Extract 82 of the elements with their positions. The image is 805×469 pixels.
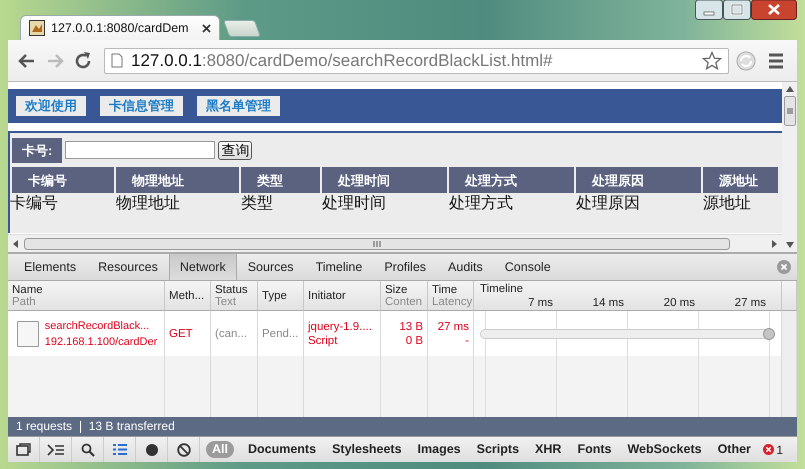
column-header[interactable]: Meth... — [165, 281, 211, 311]
table-cell-text: 物理地址 — [116, 194, 181, 214]
field-label: 卡号: — [12, 138, 62, 162]
scrollbar-thumb[interactable] — [784, 96, 796, 126]
error-icon — [763, 444, 774, 455]
time-tick: 7 ms — [528, 296, 554, 310]
filter-button[interactable]: XHR — [527, 441, 570, 458]
table-cell-text: 源地址 — [703, 194, 752, 214]
column-header[interactable]: Type — [258, 281, 304, 311]
status-text: 1 requests ❘ 13 B transferred — [16, 419, 175, 433]
column-header: 源地址 — [703, 167, 780, 193]
request-size: 13 B — [399, 320, 423, 332]
dock-icon[interactable] — [16, 442, 32, 456]
request-status: (can... — [215, 328, 248, 340]
filter-button[interactable]: Documents — [240, 441, 324, 458]
clear-icon[interactable] — [176, 442, 190, 456]
nav-button[interactable]: 欢迎使用 — [16, 96, 86, 116]
column-header: 卡编号 — [12, 167, 116, 193]
filter-button[interactable]: Stylesheets — [324, 441, 410, 458]
column-header: 处理方式 — [449, 167, 576, 193]
column-header: 处理原因 — [576, 167, 703, 193]
devtools-tab[interactable]: Timeline — [304, 254, 374, 280]
request-path: 192.168.1.100/cardDer — [44, 336, 158, 348]
content-size: 0 B — [406, 334, 423, 346]
request-method: GET — [169, 328, 194, 340]
column-header: 处理时间 — [322, 167, 449, 193]
table-cell-text: 处理时间 — [322, 194, 387, 214]
initiator-type: Script — [308, 334, 338, 346]
column-header[interactable]: Status Text — [211, 281, 258, 311]
search-icon[interactable] — [80, 442, 94, 456]
table-cell-text: 卡编号 — [10, 194, 59, 214]
devtools-tab[interactable]: Elements — [13, 254, 88, 280]
column-header[interactable]: Initiator — [304, 281, 381, 311]
nav-button[interactable]: 黑名单管理 — [197, 96, 280, 116]
filter-button[interactable]: Scripts — [468, 441, 528, 458]
request-name[interactable]: searchRecordBlack... — [44, 320, 158, 332]
maximize-icon[interactable] — [723, 0, 751, 20]
devtools-tab[interactable]: Profiles — [373, 254, 438, 280]
record-icon[interactable] — [144, 442, 158, 456]
devtools-tab[interactable]: Console — [494, 254, 562, 280]
console-icon[interactable] — [46, 442, 64, 456]
devtools-tab[interactable]: Resources — [87, 254, 169, 280]
request-time: 27 ms — [438, 320, 469, 332]
table-cell-text: 处理方式 — [449, 194, 514, 214]
column-header: 类型 — [241, 167, 322, 193]
column-header[interactable]: Timeline — [474, 282, 524, 296]
file-icon — [16, 320, 39, 346]
devtools-tab[interactable]: Network — [168, 254, 237, 280]
column-header[interactable]: Time Latency — [428, 281, 474, 311]
browser-tab[interactable]: 127.0.0.1:8080/cardDem — [20, 15, 220, 40]
devtools-tab[interactable]: Sources — [236, 254, 305, 280]
devtools-tab[interactable]: Audits — [437, 254, 494, 280]
address-bar[interactable]: 127.0.0.1:8080/cardDemo/searchRecordBlackList.html# — [104, 48, 729, 74]
minimize-icon[interactable] — [695, 0, 723, 20]
error-count[interactable]: 1 — [776, 442, 783, 456]
close-icon[interactable] — [751, 0, 797, 20]
tab-title: 127.0.0.1:8080/cardDem — [51, 21, 190, 35]
filter-button[interactable]: WebSockets — [619, 441, 710, 458]
request-type: Pend... — [262, 328, 299, 340]
scrollbar-thumb[interactable] — [24, 236, 730, 250]
table-cell-text: 类型 — [241, 194, 274, 214]
table-cell-text: 处理原因 — [576, 194, 641, 214]
column-header: 物理地址 — [116, 167, 241, 193]
filter-button[interactable]: Fonts — [569, 441, 620, 458]
star-icon[interactable] — [702, 50, 722, 70]
filter-button[interactable]: Images — [410, 441, 469, 458]
page-icon — [111, 53, 123, 68]
close-icon[interactable] — [202, 24, 211, 32]
nav-button[interactable]: 卡信息管理 — [100, 96, 183, 116]
column-header[interactable]: Name Path — [8, 281, 165, 311]
filter-button[interactable]: Other — [710, 441, 759, 458]
time-tick: 14 ms — [592, 296, 625, 310]
card-number-field[interactable] — [65, 141, 216, 159]
time-tick: 27 ms — [734, 296, 767, 310]
favicon-icon — [29, 20, 45, 36]
time-tick: 20 ms — [664, 296, 696, 310]
initiator-link[interactable]: jquery-1.9.... — [308, 320, 376, 332]
request-latency: - — [465, 334, 469, 346]
column-header[interactable]: Size Conten — [381, 281, 428, 311]
list-icon[interactable] — [112, 443, 128, 456]
new-tab-button[interactable] — [222, 20, 262, 37]
query-button[interactable]: 查询 — [218, 140, 252, 160]
